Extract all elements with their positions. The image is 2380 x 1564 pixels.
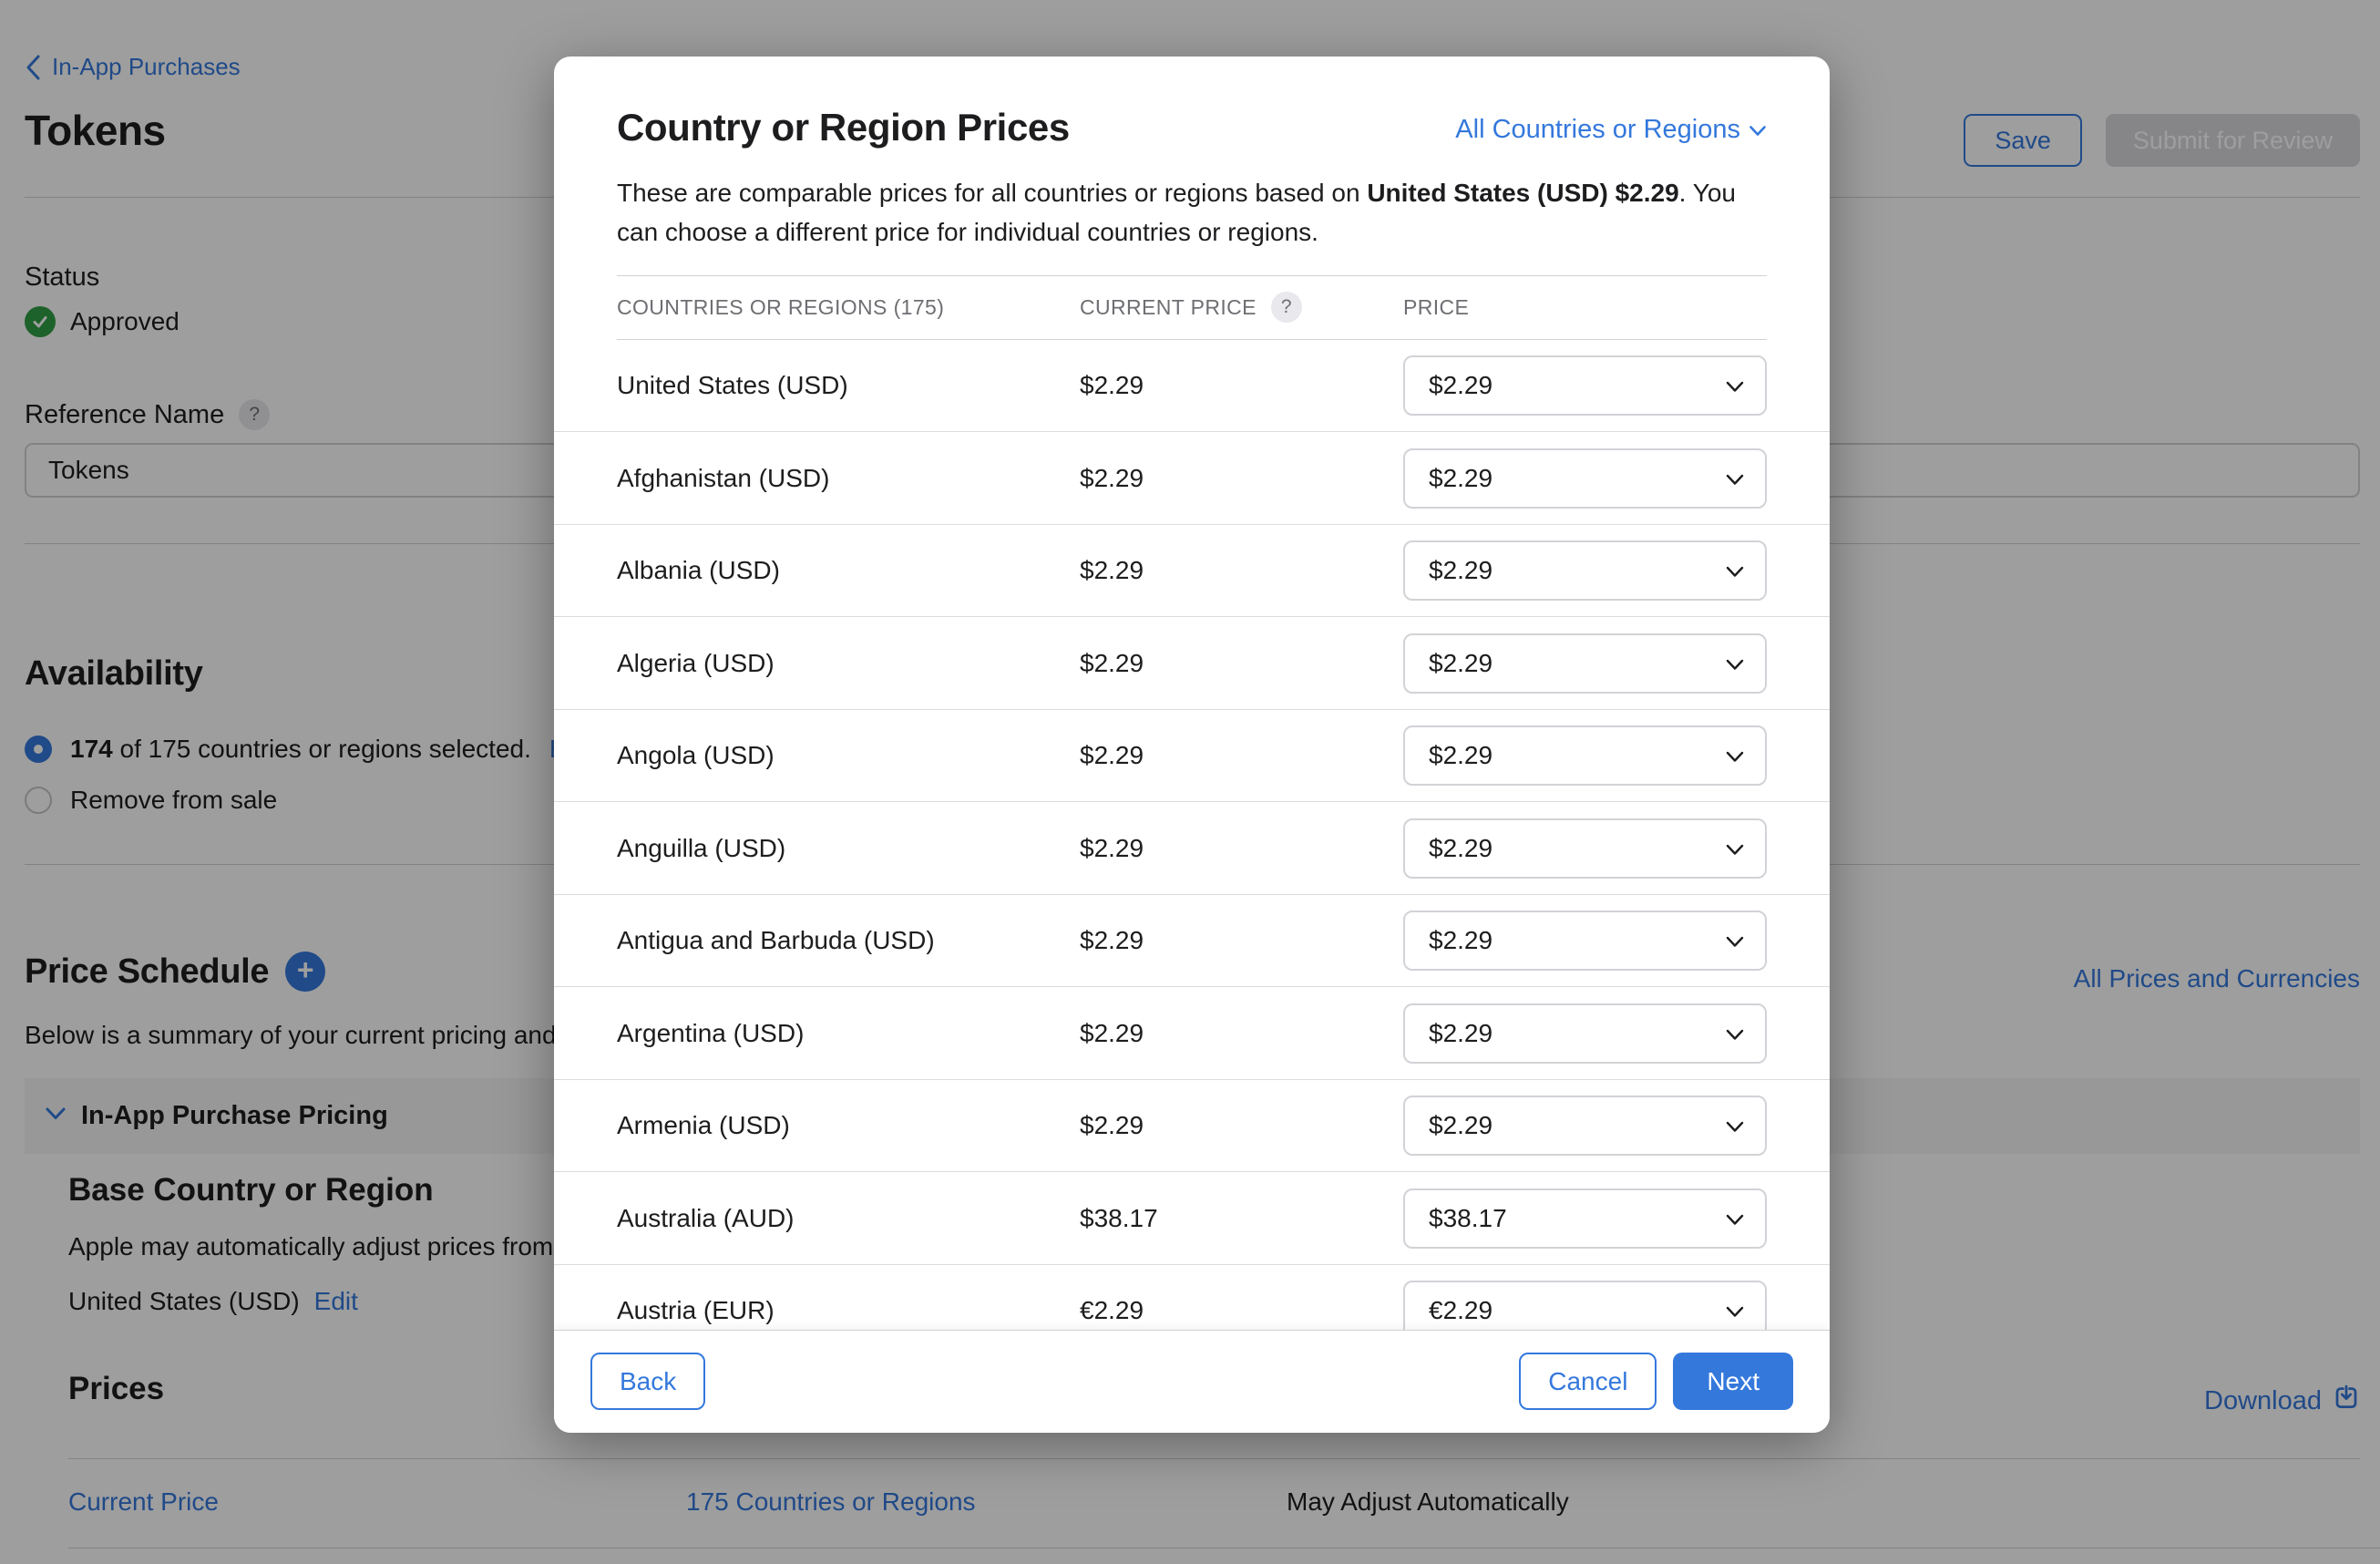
row-current-price: $2.29 [1080, 926, 1403, 955]
row-country: Argentina (USD) [617, 1019, 1080, 1048]
table-row: Algeria (USD) $2.29 $2.29 [554, 617, 1830, 710]
row-current-price: $2.29 [1080, 834, 1403, 863]
row-current-price: €2.29 [1080, 1296, 1403, 1325]
row-country: Afghanistan (USD) [617, 464, 1080, 493]
modal-table-body: United States (USD) $2.29 $2.29 Afghanis… [554, 340, 1830, 1330]
help-icon[interactable]: ? [1271, 292, 1302, 323]
price-select-value: $2.29 [1429, 926, 1493, 955]
row-country: Antigua and Barbuda (USD) [617, 926, 1080, 955]
row-current-price: $2.29 [1080, 649, 1403, 678]
price-select-value: $2.29 [1429, 741, 1493, 770]
price-select[interactable]: $2.29 [1403, 818, 1767, 879]
row-current-price: $2.29 [1080, 371, 1403, 400]
row-current-price: $2.29 [1080, 1111, 1403, 1140]
cancel-button[interactable]: Cancel [1519, 1353, 1657, 1410]
row-current-price: $2.29 [1080, 464, 1403, 493]
row-country: United States (USD) [617, 371, 1080, 400]
table-row: Antigua and Barbuda (USD) $2.29 $2.29 [554, 895, 1830, 988]
chevron-down-icon [1725, 649, 1745, 678]
row-current-price: $2.29 [1080, 556, 1403, 585]
price-select[interactable]: $2.29 [1403, 911, 1767, 971]
chevron-down-icon [1749, 115, 1767, 145]
modal-table-header: COUNTRIES OR REGIONS (175) CURRENT PRICE… [617, 276, 1767, 340]
price-select[interactable]: $2.29 [1403, 1003, 1767, 1064]
row-country: Australia (AUD) [617, 1204, 1080, 1233]
table-row: Afghanistan (USD) $2.29 $2.29 [554, 432, 1830, 525]
chevron-down-icon [1725, 1019, 1745, 1048]
row-country: Angola (USD) [617, 741, 1080, 770]
price-select[interactable]: $2.29 [1403, 540, 1767, 601]
column-countries: COUNTRIES OR REGIONS (175) [617, 295, 1080, 320]
row-current-price: $2.29 [1080, 1019, 1403, 1048]
price-select-value: $2.29 [1429, 371, 1493, 400]
chevron-down-icon [1725, 926, 1745, 955]
price-select[interactable]: $38.17 [1403, 1188, 1767, 1249]
table-row: United States (USD) $2.29 $2.29 [554, 340, 1830, 433]
price-select[interactable]: $2.29 [1403, 355, 1767, 416]
country-region-prices-modal: Country or Region Prices All Countries o… [554, 57, 1830, 1433]
chevron-down-icon [1725, 1296, 1745, 1325]
table-row: Anguilla (USD) $2.29 $2.29 [554, 802, 1830, 895]
row-country: Albania (USD) [617, 556, 1080, 585]
table-row: Argentina (USD) $2.29 $2.29 [554, 987, 1830, 1080]
price-select-value: €2.29 [1429, 1296, 1493, 1325]
scope-label: All Countries or Regions [1455, 115, 1740, 145]
table-row: Albania (USD) $2.29 $2.29 [554, 525, 1830, 618]
row-current-price: $38.17 [1080, 1204, 1403, 1233]
chevron-down-icon [1725, 556, 1745, 585]
price-select-value: $38.17 [1429, 1204, 1507, 1233]
row-country: Armenia (USD) [617, 1111, 1080, 1140]
modal-footer: Back Cancel Next [554, 1330, 1830, 1433]
table-row: Austria (EUR) €2.29 €2.29 [554, 1265, 1830, 1330]
price-select-value: $2.29 [1429, 1111, 1493, 1140]
chevron-down-icon [1725, 1204, 1745, 1233]
table-row: Australia (AUD) $38.17 $38.17 [554, 1172, 1830, 1265]
chevron-down-icon [1725, 1111, 1745, 1140]
price-select[interactable]: $2.29 [1403, 448, 1767, 509]
price-select-value: $2.29 [1429, 1019, 1493, 1048]
scope-selector[interactable]: All Countries or Regions [1455, 115, 1767, 145]
modal-header: Country or Region Prices All Countries o… [554, 57, 1830, 276]
table-row: Angola (USD) $2.29 $2.29 [554, 710, 1830, 803]
price-select-value: $2.29 [1429, 834, 1493, 863]
divider [617, 275, 1767, 276]
row-country: Anguilla (USD) [617, 834, 1080, 863]
column-current-price: CURRENT PRICE [1080, 295, 1257, 320]
next-button[interactable]: Next [1673, 1353, 1793, 1410]
column-price: PRICE [1403, 295, 1767, 320]
price-select-value: $2.29 [1429, 556, 1493, 585]
price-select[interactable]: €2.29 [1403, 1281, 1767, 1330]
modal-description: These are comparable prices for all coun… [617, 173, 1763, 252]
chevron-down-icon [1725, 464, 1745, 493]
chevron-down-icon [1725, 371, 1745, 400]
price-select[interactable]: $2.29 [1403, 725, 1767, 786]
chevron-down-icon [1725, 741, 1745, 770]
back-button[interactable]: Back [590, 1353, 705, 1410]
price-select-value: $2.29 [1429, 464, 1493, 493]
table-row: Armenia (USD) $2.29 $2.29 [554, 1080, 1830, 1173]
row-country: Austria (EUR) [617, 1296, 1080, 1325]
row-current-price: $2.29 [1080, 741, 1403, 770]
price-select[interactable]: $2.29 [1403, 633, 1767, 694]
price-select[interactable]: $2.29 [1403, 1096, 1767, 1156]
row-country: Algeria (USD) [617, 649, 1080, 678]
chevron-down-icon [1725, 834, 1745, 863]
price-select-value: $2.29 [1429, 649, 1493, 678]
